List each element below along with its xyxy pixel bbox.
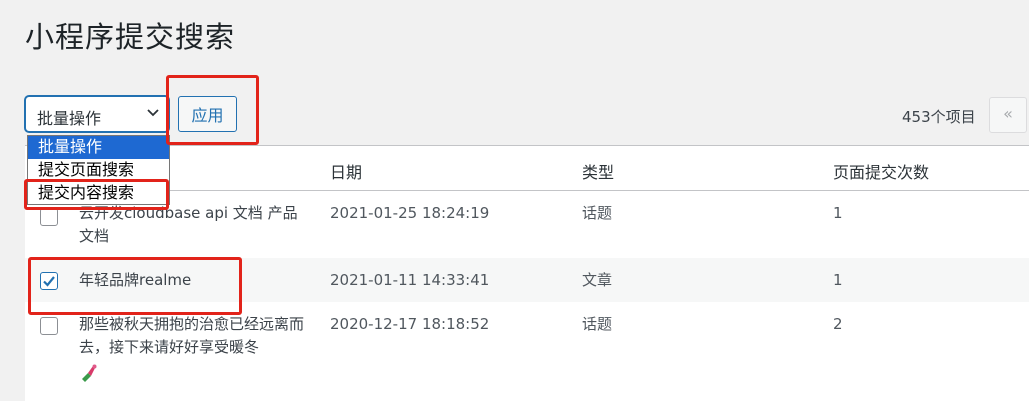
row-type: 话题 xyxy=(582,315,613,333)
bulk-actions-select[interactable]: 批量操作 xyxy=(25,96,169,132)
column-header-date[interactable]: 日期 xyxy=(330,159,362,183)
table-row: 云开发cloudbase api 文档 产品文档 2021-01-25 18:2… xyxy=(25,191,1029,258)
row-count: 1 xyxy=(833,204,843,222)
bulk-actions-selected-value: 批量操作 xyxy=(37,109,102,128)
row-title[interactable]: 那些被秋天拥抱的治愈已经远离而去，接下来请好好享受暖冬 xyxy=(79,313,309,359)
row-checkbox[interactable] xyxy=(40,317,58,335)
items-count: 453个项目 xyxy=(902,108,976,126)
column-header-submit-count[interactable]: 页面提交次数 xyxy=(833,159,929,183)
page-title: 小程序提交搜索 xyxy=(25,20,236,54)
row-type: 话题 xyxy=(582,204,613,222)
row-type: 文章 xyxy=(582,271,613,289)
row-checkbox[interactable] xyxy=(40,208,58,226)
highlight-box-apply xyxy=(166,75,259,145)
lipstick-emoji-icon xyxy=(82,364,97,382)
row-date: 2021-01-25 18:24:19 xyxy=(330,204,490,222)
highlight-box-checked-row xyxy=(28,257,242,315)
chevron-down-icon xyxy=(147,109,159,117)
row-count: 1 xyxy=(833,271,843,289)
dropdown-option-bulk-actions[interactable]: 批量操作 xyxy=(28,136,169,159)
row-count: 2 xyxy=(833,315,843,333)
table-row: 那些被秋天拥抱的治愈已经远离而去，接下来请好好享受暖冬 2020-12-17 1… xyxy=(25,302,1029,392)
table-header: 日期 类型 页面提交次数 xyxy=(25,146,1029,191)
row-date: 2021-01-11 14:33:41 xyxy=(330,271,490,289)
first-page-button[interactable]: « xyxy=(989,97,1027,133)
highlight-box-content-search xyxy=(24,179,169,210)
row-date: 2020-12-17 18:18:52 xyxy=(330,315,490,333)
column-header-type[interactable]: 类型 xyxy=(582,159,614,183)
